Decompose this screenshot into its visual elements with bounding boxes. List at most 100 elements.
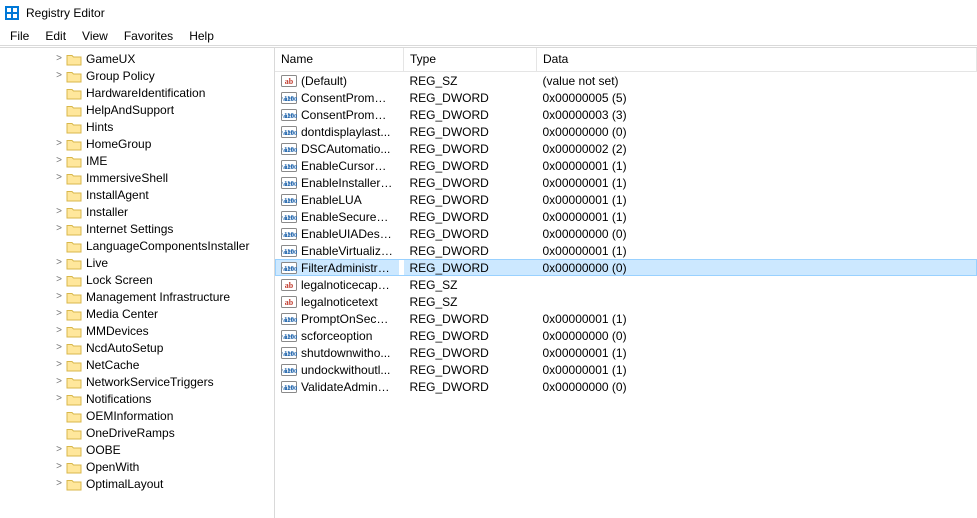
tree-item[interactable]: >Group Policy <box>0 67 274 84</box>
tree-item[interactable]: HelpAndSupport <box>0 101 274 118</box>
column-header[interactable]: Data <box>537 48 977 72</box>
value-name: DSCAutomatio... <box>301 142 390 156</box>
value-row[interactable]: ConsentPrompt...REG_DWORD0x00000003 (3) <box>275 106 977 123</box>
no-expand-icon <box>52 239 66 253</box>
app-icon <box>4 5 20 21</box>
expand-icon[interactable]: > <box>52 324 66 338</box>
expand-icon[interactable]: > <box>52 205 66 219</box>
expand-icon[interactable]: > <box>52 256 66 270</box>
expand-icon[interactable]: > <box>52 341 66 355</box>
expand-icon[interactable]: > <box>52 222 66 236</box>
value-type: REG_SZ <box>404 293 537 310</box>
menu-help[interactable]: Help <box>181 28 222 44</box>
column-header[interactable]: Name <box>275 48 404 72</box>
tree-item[interactable]: >GameUX <box>0 50 274 67</box>
value-type: REG_DWORD <box>404 208 537 225</box>
value-list-pane[interactable]: NameTypeData (Default)REG_SZ(value not s… <box>275 47 977 518</box>
menu-favorites[interactable]: Favorites <box>116 28 181 44</box>
value-data: 0x00000000 (0) <box>537 259 977 276</box>
expand-icon[interactable]: > <box>52 52 66 66</box>
tree-item[interactable]: >MMDevices <box>0 322 274 339</box>
tree-pane[interactable]: >GameUX>Group PolicyHardwareIdentificati… <box>0 47 275 518</box>
dword-value-icon <box>281 209 297 225</box>
tree-item[interactable]: >Installer <box>0 203 274 220</box>
folder-icon <box>66 375 82 389</box>
expand-icon[interactable]: > <box>52 443 66 457</box>
tree-item[interactable]: >OpenWith <box>0 458 274 475</box>
tree-item-label: Internet Settings <box>85 222 174 236</box>
value-type: REG_DWORD <box>404 89 537 106</box>
folder-icon <box>66 69 82 83</box>
tree-item[interactable]: >Management Infrastructure <box>0 288 274 305</box>
no-expand-icon <box>52 188 66 202</box>
value-row[interactable]: legalnoticecapti...REG_SZ <box>275 276 977 293</box>
tree-item[interactable]: > OOBE <box>0 441 274 458</box>
expand-icon[interactable]: > <box>52 137 66 151</box>
expand-icon[interactable]: > <box>52 171 66 185</box>
expand-icon[interactable]: > <box>52 307 66 321</box>
value-row[interactable]: EnableInstallerD...REG_DWORD0x00000001 (… <box>275 174 977 191</box>
value-row[interactable]: ConsentPrompt...REG_DWORD0x00000005 (5) <box>275 89 977 106</box>
value-row[interactable]: (Default)REG_SZ(value not set) <box>275 72 977 90</box>
folder-icon <box>66 188 82 202</box>
expand-icon[interactable]: > <box>52 69 66 83</box>
expand-icon[interactable]: > <box>52 290 66 304</box>
tree-item[interactable]: >NetworkServiceTriggers <box>0 373 274 390</box>
value-row[interactable]: shutdownwitho...REG_DWORD0x00000001 (1) <box>275 344 977 361</box>
tree-item[interactable]: > Live <box>0 254 274 271</box>
dword-value-icon <box>281 362 297 378</box>
expand-icon[interactable]: > <box>52 273 66 287</box>
expand-icon[interactable]: > <box>52 358 66 372</box>
tree-item-label: OOBE <box>85 443 122 457</box>
tree-item[interactable]: >IME <box>0 152 274 169</box>
tree-item-label: Live <box>85 256 109 270</box>
window-title: Registry Editor <box>26 6 105 20</box>
tree-item[interactable]: >NcdAutoSetup <box>0 339 274 356</box>
tree-item[interactable]: OEMInformation <box>0 407 274 424</box>
tree-item[interactable]: LanguageComponentsInstaller <box>0 237 274 254</box>
value-row[interactable]: scforceoptionREG_DWORD0x00000000 (0) <box>275 327 977 344</box>
tree-item[interactable]: > Internet Settings <box>0 220 274 237</box>
menu-file[interactable]: File <box>2 28 37 44</box>
value-name: ConsentPrompt... <box>301 108 393 122</box>
tree-item[interactable]: Hints <box>0 118 274 135</box>
value-data: 0x00000001 (1) <box>537 157 977 174</box>
tree-item-label: OEMInformation <box>85 409 174 423</box>
column-header[interactable]: Type <box>404 48 537 72</box>
expand-icon[interactable]: > <box>52 375 66 389</box>
value-row[interactable]: undockwithoutl...REG_DWORD0x00000001 (1) <box>275 361 977 378</box>
value-row[interactable]: legalnoticetextREG_SZ <box>275 293 977 310</box>
value-row[interactable]: PromptOnSecur...REG_DWORD0x00000001 (1) <box>275 310 977 327</box>
expand-icon[interactable]: > <box>52 154 66 168</box>
value-name: FilterAdministra... <box>301 261 393 275</box>
folder-icon <box>66 154 82 168</box>
value-row[interactable]: EnableVirtualiza...REG_DWORD0x00000001 (… <box>275 242 977 259</box>
value-row[interactable]: EnableUIADeskt...REG_DWORD0x00000000 (0) <box>275 225 977 242</box>
value-row[interactable]: DSCAutomatio...REG_DWORD0x00000002 (2) <box>275 140 977 157</box>
tree-item[interactable]: >Media Center <box>0 305 274 322</box>
menu-edit[interactable]: Edit <box>37 28 74 44</box>
expand-icon[interactable]: > <box>52 392 66 406</box>
value-row[interactable]: EnableSecureUI...REG_DWORD0x00000001 (1) <box>275 208 977 225</box>
value-row[interactable]: dontdisplaylast...REG_DWORD0x00000000 (0… <box>275 123 977 140</box>
value-row[interactable]: FilterAdministra...REG_DWORD0x00000000 (… <box>275 259 977 276</box>
tree-item[interactable]: >OptimalLayout <box>0 475 274 492</box>
tree-item[interactable]: >ImmersiveShell <box>0 169 274 186</box>
dword-value-icon <box>281 107 297 123</box>
tree-item[interactable]: HardwareIdentification <box>0 84 274 101</box>
client-area: >GameUX>Group PolicyHardwareIdentificati… <box>0 46 977 518</box>
tree-item[interactable]: OneDriveRamps <box>0 424 274 441</box>
menu-view[interactable]: View <box>74 28 116 44</box>
tree-item[interactable]: >Lock Screen <box>0 271 274 288</box>
tree-item[interactable]: >Notifications <box>0 390 274 407</box>
tree-item[interactable]: >HomeGroup <box>0 135 274 152</box>
value-row[interactable]: ValidateAdminC...REG_DWORD0x00000000 (0) <box>275 378 977 395</box>
dword-value-icon <box>281 192 297 208</box>
value-row[interactable]: EnableCursorSu...REG_DWORD0x00000001 (1) <box>275 157 977 174</box>
tree-item[interactable]: >NetCache <box>0 356 274 373</box>
tree-item[interactable]: InstallAgent <box>0 186 274 203</box>
expand-icon[interactable]: > <box>52 477 66 491</box>
expand-icon[interactable]: > <box>52 460 66 474</box>
dword-value-icon <box>281 311 297 327</box>
value-row[interactable]: EnableLUAREG_DWORD0x00000001 (1) <box>275 191 977 208</box>
